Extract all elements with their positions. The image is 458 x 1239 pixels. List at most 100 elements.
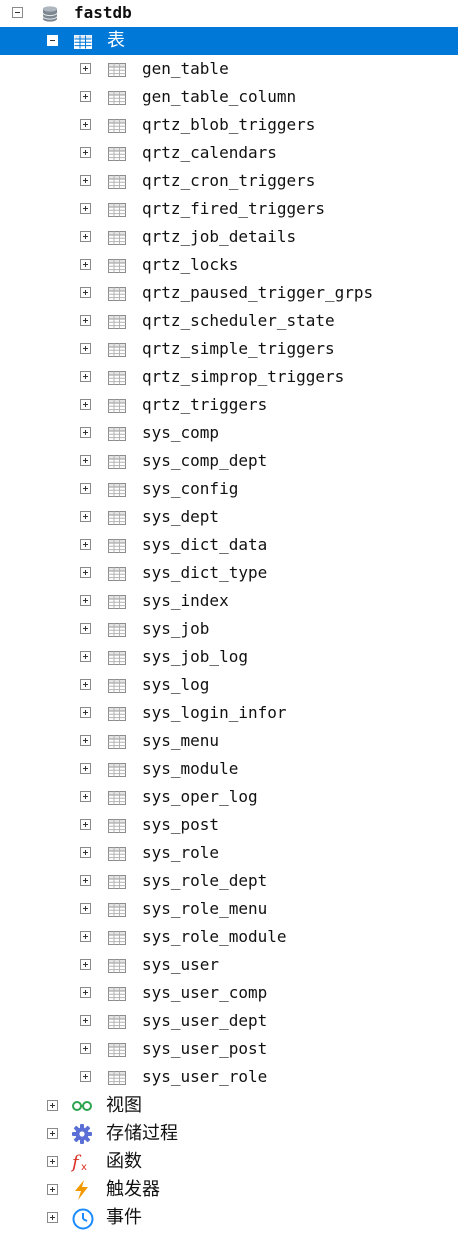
expand-toggle-icon[interactable] <box>80 175 91 186</box>
table-item[interactable]: sys_login_infor <box>0 699 458 727</box>
expand-toggle-icon[interactable] <box>80 875 91 886</box>
function-category-node[interactable]: f x 函数 <box>0 1148 458 1176</box>
table-item[interactable]: sys_module <box>0 755 458 783</box>
table-name: sys_role_dept <box>142 871 268 890</box>
expand-toggle-icon[interactable] <box>47 1128 58 1139</box>
table-item[interactable]: sys_post <box>0 811 458 839</box>
database-name: fastdb <box>74 3 132 22</box>
view-category-node[interactable]: 视图 <box>0 1092 458 1120</box>
table-name: sys_user_comp <box>142 983 268 1002</box>
table-item[interactable]: sys_index <box>0 587 458 615</box>
expand-toggle-icon[interactable] <box>80 763 91 774</box>
table-item[interactable]: gen_table_column <box>0 83 458 111</box>
collapse-toggle-icon[interactable] <box>47 35 58 46</box>
expand-toggle-icon[interactable] <box>80 315 91 326</box>
table-item[interactable]: qrtz_triggers <box>0 391 458 419</box>
expand-toggle-icon[interactable] <box>80 343 91 354</box>
table-item[interactable]: sys_job_log <box>0 643 458 671</box>
expand-toggle-icon[interactable] <box>47 1156 58 1167</box>
table-name: sys_role <box>142 843 220 862</box>
expand-toggle-icon[interactable] <box>80 819 91 830</box>
expand-toggle-icon[interactable] <box>80 483 91 494</box>
trigger-category-node[interactable]: 触发器 <box>0 1176 458 1204</box>
table-item[interactable]: sys_dict_type <box>0 559 458 587</box>
expand-toggle-icon[interactable] <box>80 399 91 410</box>
table-name: sys_user <box>142 955 220 974</box>
table-item[interactable]: sys_role <box>0 839 458 867</box>
table-item[interactable]: qrtz_cron_triggers <box>0 167 458 195</box>
event-category-node[interactable]: 事件 <box>0 1204 458 1232</box>
collapse-toggle-icon[interactable] <box>12 7 23 18</box>
expand-toggle-icon[interactable] <box>80 567 91 578</box>
expand-toggle-icon[interactable] <box>80 1071 91 1082</box>
expand-toggle-icon[interactable] <box>80 147 91 158</box>
expand-toggle-icon[interactable] <box>80 623 91 634</box>
table-item[interactable]: qrtz_scheduler_state <box>0 307 458 335</box>
expand-toggle-icon[interactable] <box>80 539 91 550</box>
expand-toggle-icon[interactable] <box>80 63 91 74</box>
table-item[interactable]: qrtz_locks <box>0 251 458 279</box>
expand-toggle-icon[interactable] <box>80 651 91 662</box>
table-item[interactable]: sys_user_comp <box>0 979 458 1007</box>
expand-toggle-icon[interactable] <box>80 931 91 942</box>
table-item[interactable]: sys_comp_dept <box>0 447 458 475</box>
expand-toggle-icon[interactable] <box>47 1100 58 1111</box>
table-item[interactable]: qrtz_simple_triggers <box>0 335 458 363</box>
table-name: qrtz_locks <box>142 255 239 274</box>
expand-toggle-icon[interactable] <box>80 791 91 802</box>
expand-toggle-icon[interactable] <box>80 427 91 438</box>
expand-toggle-icon[interactable] <box>80 1015 91 1026</box>
expand-toggle-icon[interactable] <box>80 287 91 298</box>
table-item[interactable]: sys_user_dept <box>0 1007 458 1035</box>
expand-toggle-icon[interactable] <box>47 1184 58 1195</box>
expand-toggle-icon[interactable] <box>80 903 91 914</box>
expand-toggle-icon[interactable] <box>80 511 91 522</box>
table-item[interactable]: qrtz_simprop_triggers <box>0 363 458 391</box>
table-item[interactable]: qrtz_fired_triggers <box>0 195 458 223</box>
table-item[interactable]: sys_role_dept <box>0 867 458 895</box>
table-name: qrtz_simprop_triggers <box>142 367 345 386</box>
table-icon <box>107 368 127 386</box>
table-item[interactable]: sys_job <box>0 615 458 643</box>
expand-toggle-icon[interactable] <box>80 847 91 858</box>
table-item[interactable]: sys_user <box>0 951 458 979</box>
table-icon <box>107 788 127 806</box>
expand-toggle-icon[interactable] <box>80 987 91 998</box>
expand-toggle-icon[interactable] <box>80 1043 91 1054</box>
expand-toggle-icon[interactable] <box>80 455 91 466</box>
table-item[interactable]: sys_dict_data <box>0 531 458 559</box>
expand-toggle-icon[interactable] <box>80 371 91 382</box>
procedure-category-node[interactable]: 存储过程 <box>0 1120 458 1148</box>
table-item[interactable]: gen_table <box>0 55 458 83</box>
table-icon <box>107 200 127 218</box>
table-item[interactable]: sys_menu <box>0 727 458 755</box>
table-item[interactable]: sys_user_post <box>0 1035 458 1063</box>
table-item[interactable]: sys_role_menu <box>0 895 458 923</box>
table-item[interactable]: qrtz_blob_triggers <box>0 111 458 139</box>
expand-toggle-icon[interactable] <box>80 231 91 242</box>
table-name: sys_dict_type <box>142 563 268 582</box>
database-node[interactable]: fastdb <box>0 0 458 27</box>
table-item[interactable]: sys_comp <box>0 419 458 447</box>
table-icon <box>107 844 127 862</box>
table-item[interactable]: sys_user_role <box>0 1063 458 1091</box>
expand-toggle-icon[interactable] <box>80 91 91 102</box>
expand-toggle-icon[interactable] <box>80 595 91 606</box>
expand-toggle-icon[interactable] <box>80 203 91 214</box>
expand-toggle-icon[interactable] <box>80 707 91 718</box>
expand-toggle-icon[interactable] <box>80 959 91 970</box>
tables-category-node[interactable]: 表 <box>0 27 458 55</box>
table-item[interactable]: qrtz_paused_trigger_grps <box>0 279 458 307</box>
expand-toggle-icon[interactable] <box>80 679 91 690</box>
table-item[interactable]: sys_config <box>0 475 458 503</box>
table-item[interactable]: sys_dept <box>0 503 458 531</box>
table-item[interactable]: sys_log <box>0 671 458 699</box>
expand-toggle-icon[interactable] <box>47 1212 58 1223</box>
table-item[interactable]: qrtz_job_details <box>0 223 458 251</box>
expand-toggle-icon[interactable] <box>80 735 91 746</box>
expand-toggle-icon[interactable] <box>80 119 91 130</box>
table-item[interactable]: sys_role_module <box>0 923 458 951</box>
expand-toggle-icon[interactable] <box>80 259 91 270</box>
table-item[interactable]: sys_oper_log <box>0 783 458 811</box>
table-item[interactable]: qrtz_calendars <box>0 139 458 167</box>
